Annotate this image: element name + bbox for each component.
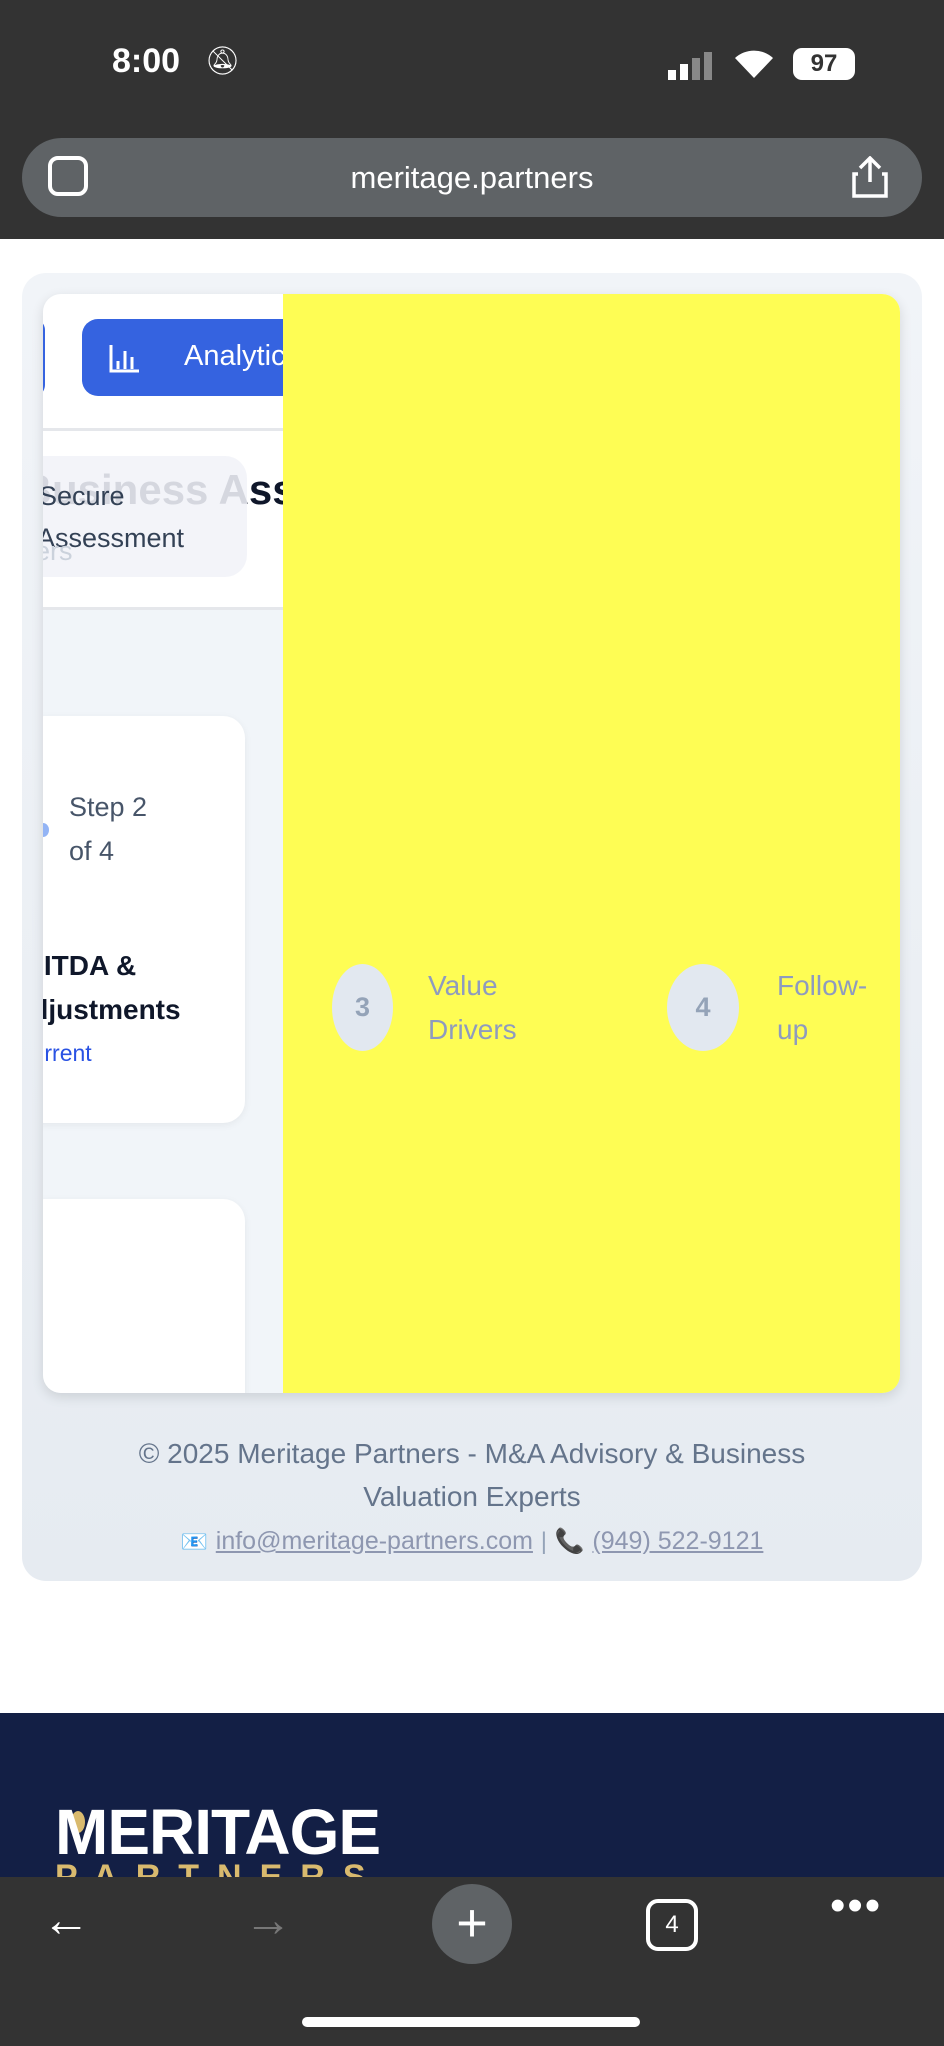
step-4-label-line-2: up <box>777 1014 809 1045</box>
step-3-circle[interactable]: 3 <box>332 964 393 1051</box>
step-3-label-line-1: Value <box>428 970 498 1001</box>
step-3-label-line-2: Drivers <box>428 1014 517 1045</box>
separator: | <box>540 1528 547 1555</box>
signal-icon <box>668 52 712 80</box>
back-icon[interactable]: ← <box>42 1893 90 1948</box>
step-dot-icon <box>43 823 49 837</box>
step-4-label-line-1: Follow- <box>777 970 868 1001</box>
step-title-line-2: Adjustments <box>43 994 181 1025</box>
clock: 8:00 <box>112 42 181 80</box>
home-indicator[interactable] <box>302 2017 640 2027</box>
secure-assessment-badge[interactable]: Secure Assessment <box>43 456 247 577</box>
phone-icon: 📞 <box>554 1528 585 1555</box>
copyright-text: © 2025 Meritage Partners - M&A Advisory … <box>138 1438 806 1512</box>
bar-chart-icon <box>109 345 139 373</box>
site-footer: MERITAGE PARTNERS <box>0 1713 944 1896</box>
step-status: Current <box>43 1040 92 1066</box>
bell-slash-icon: 🔕︎ <box>205 45 241 76</box>
step-3-label: Value Drivers <box>428 964 517 1052</box>
email-icon: 📧 <box>180 1529 208 1554</box>
email-link[interactable]: info@meritage-partners.com <box>216 1527 533 1555</box>
phone-link[interactable]: (949) 522-9121 <box>592 1527 763 1555</box>
contact-line: 📧 info@meritage-partners.com | 📞 (949) 5… <box>22 1518 922 1563</box>
status-bar: 8:00 🔕︎ 97 meritage.partners <box>0 0 944 239</box>
step-counter-line-1: Step 2 <box>69 792 148 822</box>
step-title-line-1: EBITDA & <box>43 950 137 981</box>
nav-button-partial[interactable] <box>43 319 45 396</box>
step-4-label: Follow- up <box>777 964 867 1052</box>
badge-line-1: Secure <box>43 481 125 511</box>
highlight-overlay: 3 Value Drivers 4 Follow- up <box>283 294 900 1393</box>
wifi-icon <box>735 50 773 78</box>
step-counter-line-2: of 4 <box>69 836 115 866</box>
address-bar[interactable]: meritage.partners <box>22 138 922 217</box>
forward-icon[interactable]: → <box>244 1893 292 1948</box>
footer: © 2025 Meritage Partners - M&A Advisory … <box>22 1432 922 1563</box>
share-icon[interactable] <box>852 156 888 198</box>
step-card-next[interactable] <box>43 1199 245 1393</box>
more-icon[interactable]: ••• <box>830 1881 882 1931</box>
assessment-panel: Analytics Business Assessment Secure Ass… <box>43 294 900 1393</box>
subtitle-fragment: ers <box>43 536 73 566</box>
new-tab-button[interactable]: + <box>432 1884 512 1964</box>
step-4-circle[interactable]: 4 <box>667 964 739 1051</box>
tab-count-button[interactable]: 4 <box>646 1899 698 1951</box>
browser-toolbar: ← → + 4 ••• <box>0 1877 944 2046</box>
url-text[interactable]: meritage.partners <box>22 160 922 196</box>
battery-indicator: 97 <box>793 48 855 80</box>
step-card-current[interactable]: Step 2 of 4 EBITDA & Adjustments Current <box>43 716 245 1123</box>
